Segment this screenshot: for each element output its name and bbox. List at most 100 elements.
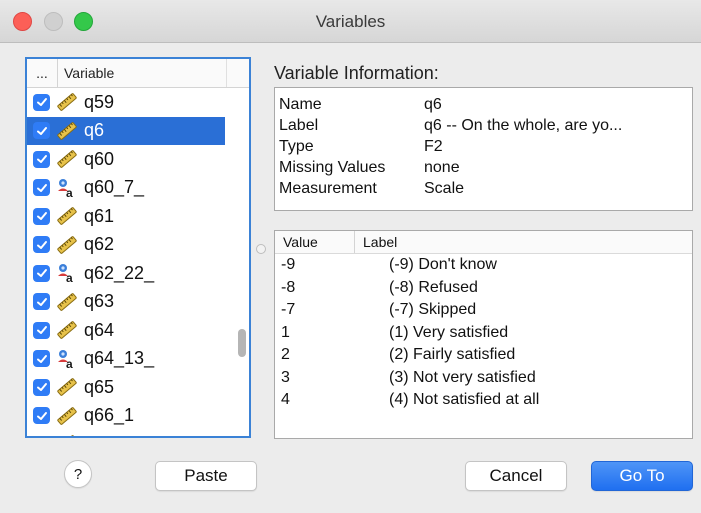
value-cell: -8 xyxy=(281,278,296,296)
variable-name: q60 xyxy=(84,148,115,169)
ruler-icon xyxy=(56,148,78,170)
variable-information-heading: Variable Information: xyxy=(274,63,439,83)
variable-item-q61[interactable]: q61 xyxy=(27,202,249,231)
variable-name: q66_10 xyxy=(84,434,144,436)
checkbox-icon[interactable] xyxy=(33,179,50,197)
help-button[interactable]: ? xyxy=(64,460,92,488)
column-options-header[interactable]: ... xyxy=(27,59,58,87)
checkbox-icon[interactable] xyxy=(33,93,50,111)
nominal-string-icon: a xyxy=(56,262,78,285)
variable-item-q60[interactable]: q60 xyxy=(27,145,249,174)
checkbox-icon[interactable] xyxy=(33,321,50,339)
variable-item-q66_1[interactable]: q66_1 xyxy=(27,402,249,431)
checkbox-icon[interactable] xyxy=(33,435,50,436)
info-value: q6 xyxy=(424,95,442,113)
info-row-missing-values: Missing Values none xyxy=(275,157,692,178)
variable-information-panel: Name q6 Label q6 -- On the whole, are yo...… xyxy=(274,87,693,211)
value-cell: 2 xyxy=(281,346,290,364)
variable-name: q62 xyxy=(84,234,115,255)
checkbox-icon[interactable] xyxy=(33,207,50,225)
title-bar: Variables xyxy=(0,0,701,43)
checkbox-icon[interactable] xyxy=(33,407,50,425)
variable-name: q64_13_ xyxy=(84,348,155,369)
ruler-icon xyxy=(56,405,78,427)
variable-name: q60_7_ xyxy=(84,177,145,198)
value-cell: -9 xyxy=(281,256,296,274)
splitter-handle[interactable] xyxy=(256,244,266,254)
checkbox-icon[interactable] xyxy=(33,293,50,311)
ruler-icon xyxy=(56,205,78,227)
variable-list[interactable]: ... Variable q59 q6 q60 a q60_7_ q61 q62 a q62_2… xyxy=(25,57,251,438)
value-label-row[interactable]: 1 (1) Very satisfied xyxy=(275,322,692,345)
ruler-icon xyxy=(56,319,78,341)
variable-item-q62_22_[interactable]: a q62_22_ xyxy=(27,259,249,288)
variable-item-q63[interactable]: q63 xyxy=(27,288,249,317)
variable-item-q6[interactable]: q6 xyxy=(27,116,225,145)
info-key: Missing Values xyxy=(279,158,386,176)
variable-name: q62_22_ xyxy=(84,262,155,283)
cancel-button[interactable]: Cancel xyxy=(465,461,567,491)
variable-item-q65[interactable]: q65 xyxy=(27,373,249,402)
ruler-icon xyxy=(56,120,78,142)
checkbox-icon[interactable] xyxy=(33,264,50,282)
info-key: Name xyxy=(279,95,322,113)
variable-rows: q59 q6 q60 a q60_7_ q61 q62 a q62_22_ q63 q64 a q64_… xyxy=(27,88,249,436)
info-value: F2 xyxy=(424,137,443,155)
variable-item-q64_13_[interactable]: a q64_13_ xyxy=(27,345,249,374)
variable-item-q64[interactable]: q64 xyxy=(27,316,249,345)
info-row-measurement: Measurement Scale xyxy=(275,178,692,199)
value-label-row[interactable]: 3 (3) Not very satisfied xyxy=(275,367,692,390)
go-to-button[interactable]: Go To xyxy=(591,461,693,491)
nominal-string-icon: a xyxy=(56,177,78,200)
variable-list-scrollbar[interactable] xyxy=(238,329,246,357)
label-cell: (-7) Skipped xyxy=(389,301,477,319)
checkbox-icon[interactable] xyxy=(33,236,50,254)
ruler-icon xyxy=(56,234,78,256)
paste-button[interactable]: Paste xyxy=(155,461,257,491)
label-cell: (2) Fairly satisfied xyxy=(389,346,516,364)
value-label-row[interactable]: 2 (2) Fairly satisfied xyxy=(275,344,692,367)
variable-name: q65 xyxy=(84,376,115,397)
label-cell: (3) Not very satisfied xyxy=(389,368,536,386)
value-cell: 3 xyxy=(281,368,290,386)
value-label-row[interactable]: -7 (-7) Skipped xyxy=(275,299,692,322)
value-label-rows: -9 (-9) Don't know -8 (-8) Refused -7 (-7) Sk… xyxy=(275,254,692,412)
ruler-icon xyxy=(56,376,78,398)
value-label-row[interactable]: 4 (4) Not satisfied at all xyxy=(275,389,692,412)
info-value: Scale xyxy=(424,179,465,197)
checkbox-icon[interactable] xyxy=(33,122,50,140)
variable-name: q59 xyxy=(84,91,115,112)
variable-name: q63 xyxy=(84,291,115,312)
variables-dialog: Variables ... Variable q59 q6 q60 a q60_7_ q6… xyxy=(0,0,701,513)
svg-text:a: a xyxy=(66,271,73,284)
info-row-type: Type F2 xyxy=(275,136,692,157)
info-value: q6 -- On the whole, are yo... xyxy=(424,116,623,134)
label-column-header[interactable]: Label xyxy=(355,234,397,250)
ruler-icon xyxy=(56,91,78,113)
value-label-row[interactable]: -9 (-9) Don't know xyxy=(275,254,692,277)
variable-name: q66_1 xyxy=(84,405,135,426)
variable-item-q60_7_[interactable]: a q60_7_ xyxy=(27,174,249,203)
variable-item-q62[interactable]: q62 xyxy=(27,231,249,260)
label-cell: (4) Not satisfied at all xyxy=(389,391,540,409)
value-labels-table: Value Label -9 (-9) Don't know -8 (-8) Refu… xyxy=(274,230,693,439)
value-label-row[interactable]: -8 (-8) Refused xyxy=(275,277,692,300)
variable-column-header[interactable]: Variable xyxy=(58,59,227,87)
label-cell: (-9) Don't know xyxy=(389,256,497,274)
value-column-header[interactable]: Value xyxy=(275,231,355,253)
svg-text:a: a xyxy=(66,357,73,370)
checkbox-icon[interactable] xyxy=(33,378,50,396)
variable-name: q61 xyxy=(84,205,115,226)
variable-item-q59[interactable]: q59 xyxy=(27,88,249,117)
info-key: Measurement xyxy=(279,179,377,197)
value-cell: -7 xyxy=(281,301,296,319)
label-cell: (-8) Refused xyxy=(389,278,478,296)
window-title: Variables xyxy=(315,12,386,31)
variable-item-q66_10[interactable]: q66_10 xyxy=(27,430,249,436)
info-row-label: Label q6 -- On the whole, are yo... xyxy=(275,115,692,136)
nominal-string-icon: a xyxy=(56,348,78,371)
checkbox-icon[interactable] xyxy=(33,350,50,368)
value-cell: 1 xyxy=(281,323,290,341)
info-row-name: Name q6 xyxy=(275,94,692,115)
checkbox-icon[interactable] xyxy=(33,150,50,168)
